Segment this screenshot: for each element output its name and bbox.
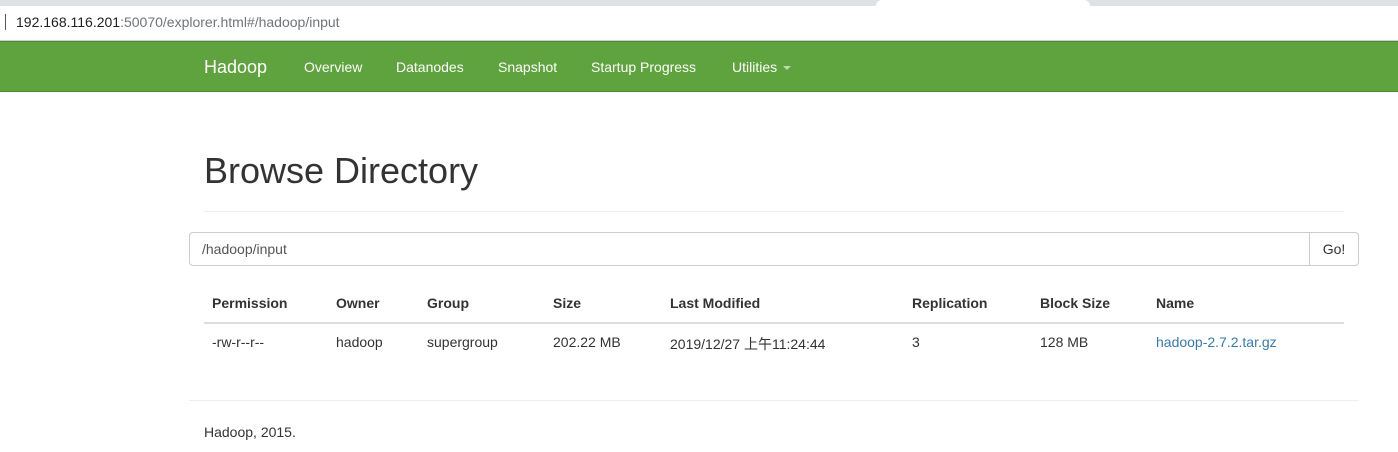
top-navbar: Hadoop Overview Datanodes Snapshot Start… [0,41,1398,92]
cell-group: supergroup [427,334,498,350]
footer-text: Hadoop, 2015. [204,424,296,440]
footer-divider [189,400,1359,401]
column-header-replication[interactable]: Replication [912,295,987,311]
nav-item-snapshot[interactable]: Snapshot [498,59,557,75]
cell-permission: -rw-r--r-- [212,334,265,350]
directory-path-input[interactable] [189,232,1310,266]
divider [204,211,1344,212]
nav-item-startup-progress[interactable]: Startup Progress [591,59,696,75]
text-cursor [5,14,6,30]
file-name-link[interactable]: hadoop-2.7.2.tar.gz [1156,334,1277,350]
cell-block-size: 128 MB [1040,334,1089,350]
go-button[interactable]: Go! [1309,232,1359,266]
nav-item-utilities-label: Utilities [732,59,778,75]
column-header-permission[interactable]: Permission [212,295,287,311]
nav-item-overview[interactable]: Overview [304,59,362,75]
column-header-size[interactable]: Size [553,295,581,311]
column-header-last-modified[interactable]: Last Modified [670,295,760,311]
cell-size: 202.22 MB [553,334,621,350]
nav-item-utilities[interactable]: Utilities [732,59,792,75]
table-header-divider [204,322,1344,324]
cell-replication: 3 [912,334,920,350]
address-bar[interactable]: 192.168.116.201:50070/explorer.html#/had… [0,6,1398,41]
url-path: :50070/explorer.html#/hadoop/input [120,14,340,30]
cell-owner: hadoop [336,334,383,350]
cell-last-modified: 2019/12/27 上午11:24:44 [670,336,826,352]
column-header-group[interactable]: Group [427,295,469,311]
column-header-block-size[interactable]: Block Size [1040,295,1110,311]
nav-item-datanodes[interactable]: Datanodes [396,59,464,75]
column-header-name[interactable]: Name [1156,295,1194,311]
navbar-brand[interactable]: Hadoop [204,57,267,78]
url-text[interactable]: 192.168.116.201:50070/explorer.html#/had… [16,14,340,31]
url-host: 192.168.116.201 [16,14,121,30]
chevron-down-icon [783,66,792,71]
page-title: Browse Directory [204,150,479,191]
column-header-owner[interactable]: Owner [336,295,380,311]
